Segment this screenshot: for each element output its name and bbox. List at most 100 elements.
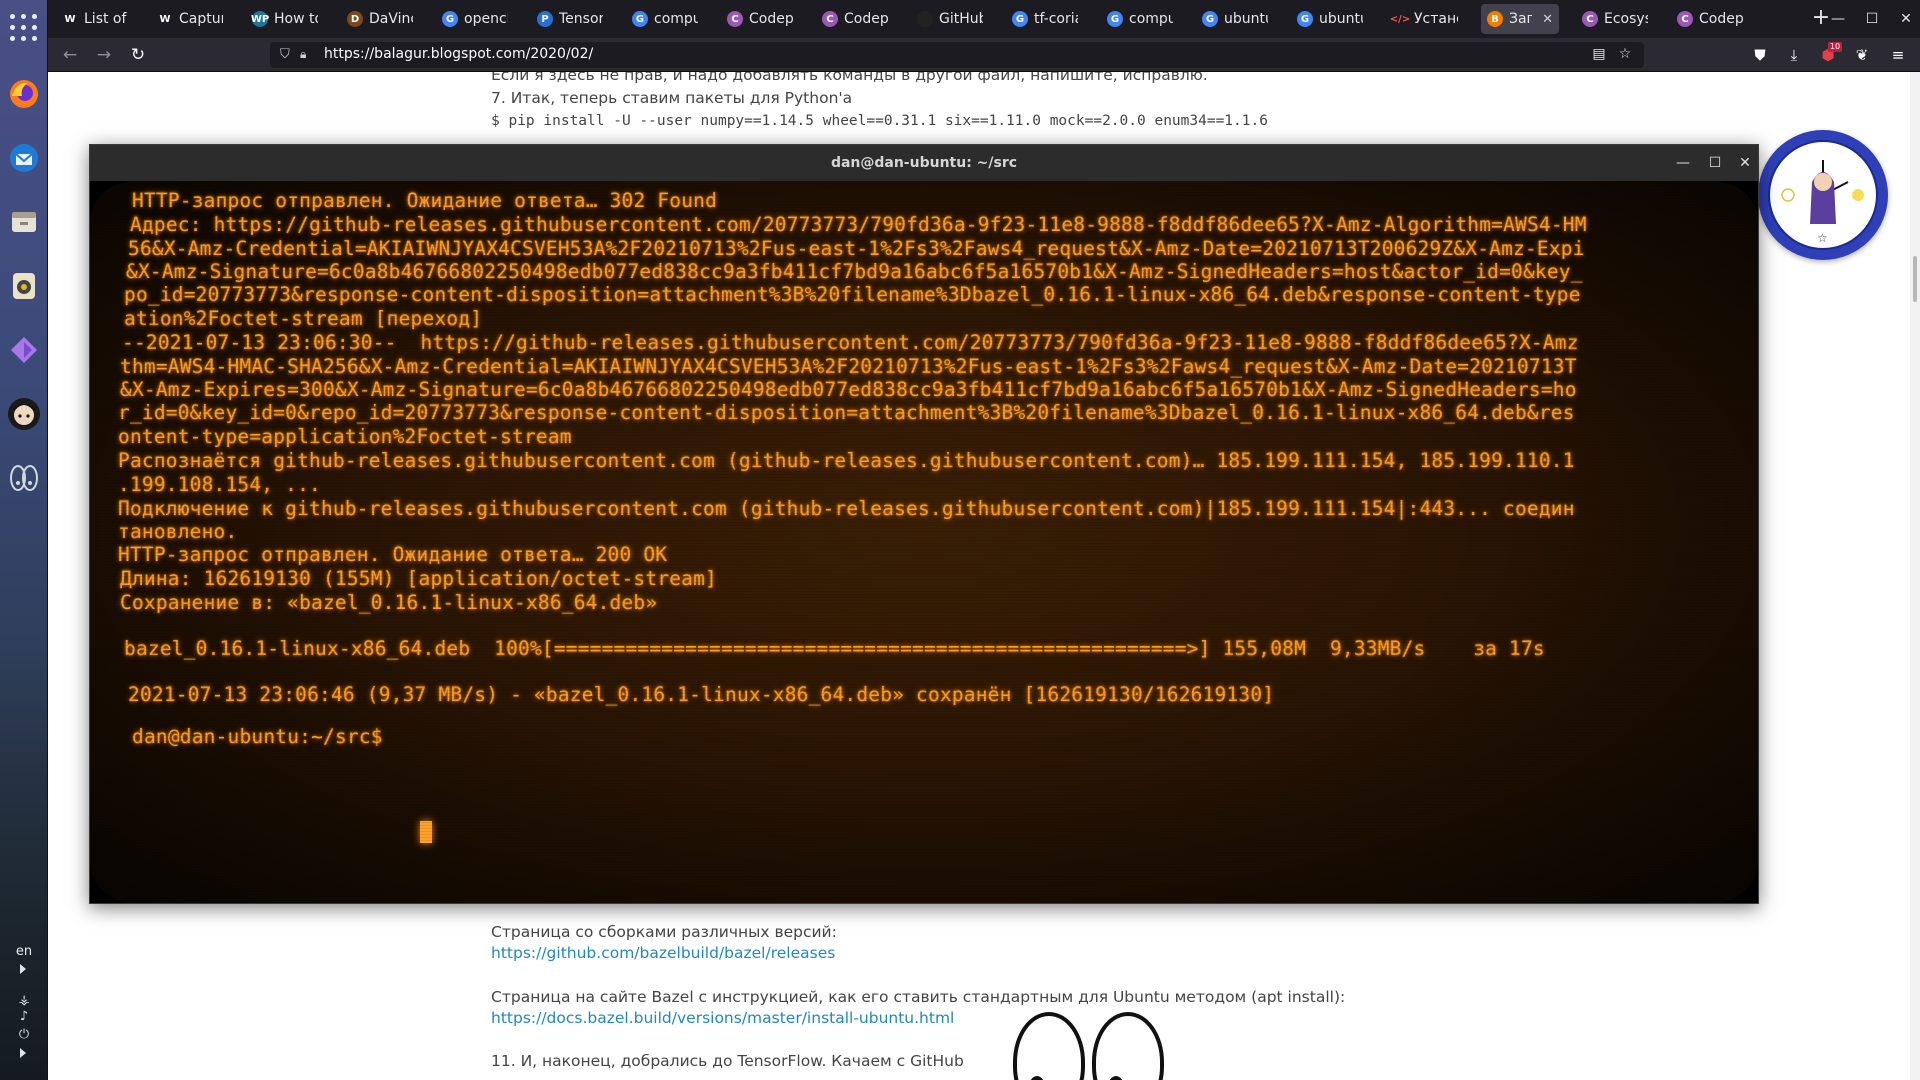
browser-tab[interactable]: C Codepl xyxy=(721,4,799,34)
releases-link[interactable]: https://github.com/bazelbuild/bazel/rele… xyxy=(491,944,835,962)
tab-label: opencl xyxy=(464,11,508,27)
browser-tab[interactable]: GitHub xyxy=(911,4,989,34)
tab-favicon-icon: C xyxy=(727,11,743,27)
app-store-icon[interactable] xyxy=(6,332,42,368)
tab-favicon-icon: G xyxy=(1107,11,1123,27)
eyes-app-icon[interactable] xyxy=(6,460,42,496)
tab-label: Codepl xyxy=(749,11,793,27)
terminal-line: bazel_0.16.1-linux-x86_64.deb 100%[=====… xyxy=(124,637,1545,660)
browser-tab[interactable]: </>Устано xyxy=(1386,4,1464,34)
rhythmbox-icon[interactable] xyxy=(6,268,42,304)
browser-tab[interactable]: W Capture xyxy=(151,4,229,34)
close-icon[interactable]: ✕ xyxy=(1894,8,1918,30)
tab-label: How to xyxy=(274,11,318,27)
paragraph: 11. И, наконец, добрались до TensorFlow.… xyxy=(491,1052,964,1070)
url-text[interactable]: https://balagur.blogspot.com/2020/02/ xyxy=(324,46,593,62)
extension-badge: 10 xyxy=(1828,42,1842,52)
menu-icon[interactable]: ≡ xyxy=(1886,44,1910,66)
downloads-icon[interactable]: ⤓ xyxy=(1782,44,1806,66)
terminal-line: 56&X-Amz-Credential=AKIAIWNJYAX4CSVEH53A… xyxy=(128,237,1585,260)
keyboard-layout-indicator[interactable]: en xyxy=(0,944,48,959)
terminal-output[interactable]: HTTP-запрос отправлен. Ожидание ответа… … xyxy=(90,181,1758,903)
power-icon[interactable]: ⏻ xyxy=(16,1028,32,1042)
browser-tab[interactable]: Gubuntu xyxy=(1291,4,1369,34)
avatar-app-icon[interactable] xyxy=(6,396,42,432)
extension-icon[interactable]: ❦ xyxy=(1850,44,1874,66)
pupil xyxy=(1029,1076,1045,1080)
browser-tab[interactable]: Gubuntu xyxy=(1196,4,1274,34)
tab-favicon-icon: G xyxy=(1202,11,1218,27)
tab-favicon-icon: G xyxy=(1012,11,1028,27)
terminal-window[interactable]: dan@dan-ubuntu: ~/src — ☐ ✕ HTTP-запрос … xyxy=(89,144,1759,904)
clock-widget[interactable]: ☆ xyxy=(1758,130,1888,260)
thunderbird-icon[interactable] xyxy=(6,140,42,176)
forward-button[interactable]: → xyxy=(92,44,116,66)
tab-favicon-icon: G xyxy=(632,11,648,27)
close-icon[interactable]: ✕ xyxy=(1734,153,1756,173)
terminal-titlebar[interactable]: dan@dan-ubuntu: ~/src — ☐ ✕ xyxy=(90,145,1758,181)
tab-label: GitHub xyxy=(939,11,983,27)
browser-tab[interactable]: W List of C xyxy=(56,4,134,34)
address-bar[interactable]: ⛉ 🔒︎ https://balagur.blogspot.com/2020/0… xyxy=(270,42,1644,68)
minimize-icon[interactable]: — xyxy=(1672,153,1694,173)
clock-face: ☆ xyxy=(1768,140,1878,250)
back-button[interactable]: ← xyxy=(58,44,82,66)
browser-tab[interactable]: P Tensor xyxy=(531,4,609,34)
tab-favicon-icon: C xyxy=(822,11,838,27)
browser-tab[interactable]: Gcomput xyxy=(626,4,704,34)
tab-favicon-icon: W xyxy=(157,11,173,27)
tab-close-icon[interactable]: ✕ xyxy=(1542,12,1553,27)
terminal-line: dan@dan-ubuntu:~/src$ xyxy=(132,725,395,748)
page-scrollbar[interactable] xyxy=(1910,72,1920,1080)
navigation-toolbar: ← → ↻ ⛉ 🔒︎ https://balagur.blogspot.com/… xyxy=(48,38,1920,72)
minimize-icon[interactable]: — xyxy=(1826,8,1850,30)
terminal-line: thm=AWS4-HMAC-SHA256&X-Amz-Credential=AK… xyxy=(120,355,1577,378)
svg-text:☆: ☆ xyxy=(1817,231,1828,245)
tab-label: Codepl xyxy=(844,11,888,27)
tab-favicon-icon xyxy=(917,11,933,27)
bookmark-star-icon[interactable]: ☆ xyxy=(1616,46,1634,64)
volume-icon[interactable]: ♪ xyxy=(16,1010,32,1024)
reload-button[interactable]: ↻ xyxy=(126,44,150,66)
tab-label: comput xyxy=(1129,11,1173,27)
pocket-icon[interactable]: ⛊ xyxy=(1748,44,1772,66)
eye-widget-left xyxy=(1013,1012,1085,1080)
paragraph: 7. Итак, теперь ставим пакеты для Python… xyxy=(491,89,853,107)
browser-tab[interactable]: D DaVinci xyxy=(341,4,419,34)
terminal-line: ation%2Foctet-stream [переход] xyxy=(124,307,483,330)
reader-view-icon[interactable]: ▤ xyxy=(1590,46,1608,64)
browser-tab[interactable]: Gopencl xyxy=(436,4,514,34)
maximize-icon[interactable]: ☐ xyxy=(1860,8,1884,30)
maximize-icon[interactable]: ☐ xyxy=(1704,153,1726,173)
network-icon[interactable]: ⚶ xyxy=(16,994,32,1008)
terminal-line: Распознаётся github-releases.githubuserc… xyxy=(118,449,1575,472)
terminal-line: HTTP-запрос отправлен. Ожидание ответа… … xyxy=(118,543,668,566)
terminal-line: r_id=0&key_id=0&repo_id=20773773&respons… xyxy=(118,401,1575,424)
browser-tab[interactable]: Gcomput xyxy=(1101,4,1179,34)
scrollbar-thumb[interactable] xyxy=(1913,256,1917,302)
tab-favicon-icon: W xyxy=(62,11,78,27)
browser-tab[interactable]: Gtf-coria xyxy=(1006,4,1084,34)
terminal-line: --2021-07-13 23:06:30-- https://github-r… xyxy=(122,331,1579,354)
terminal-cursor xyxy=(420,821,432,843)
tab-label: Устано xyxy=(1414,11,1458,27)
browser-tab[interactable]: WP How to xyxy=(246,4,324,34)
dock: en ⚶ ♪ ⏻ xyxy=(0,0,48,1080)
browser-tab[interactable]: C Ecosyst xyxy=(1576,4,1654,34)
browser-tab[interactable]: B Запи ✕ xyxy=(1481,4,1559,34)
tab-label: Ecosyst xyxy=(1604,11,1648,27)
chevron-right-icon[interactable] xyxy=(20,1048,26,1058)
app-grid-icon[interactable] xyxy=(8,12,40,44)
firefox-icon[interactable] xyxy=(6,76,42,112)
browser-tab[interactable]: C Codepl xyxy=(816,4,894,34)
tracking-protection-icon[interactable]: ⛉ xyxy=(280,47,294,63)
files-icon[interactable] xyxy=(6,204,42,240)
paragraph: Страница на сайте Bazel с инструкцией, к… xyxy=(491,988,1346,1006)
chevron-right-icon[interactable] xyxy=(20,964,26,974)
docs-link[interactable]: https://docs.bazel.build/versions/master… xyxy=(491,1009,954,1027)
tab-label: comput xyxy=(654,11,698,27)
tab-label: Tensor xyxy=(559,11,603,27)
lock-icon[interactable]: 🔒︎ xyxy=(300,47,314,63)
browser-tab[interactable]: C Codepl xyxy=(1671,4,1749,34)
terminal-line: Адрес: https://github-releases.githubuse… xyxy=(130,213,1587,236)
